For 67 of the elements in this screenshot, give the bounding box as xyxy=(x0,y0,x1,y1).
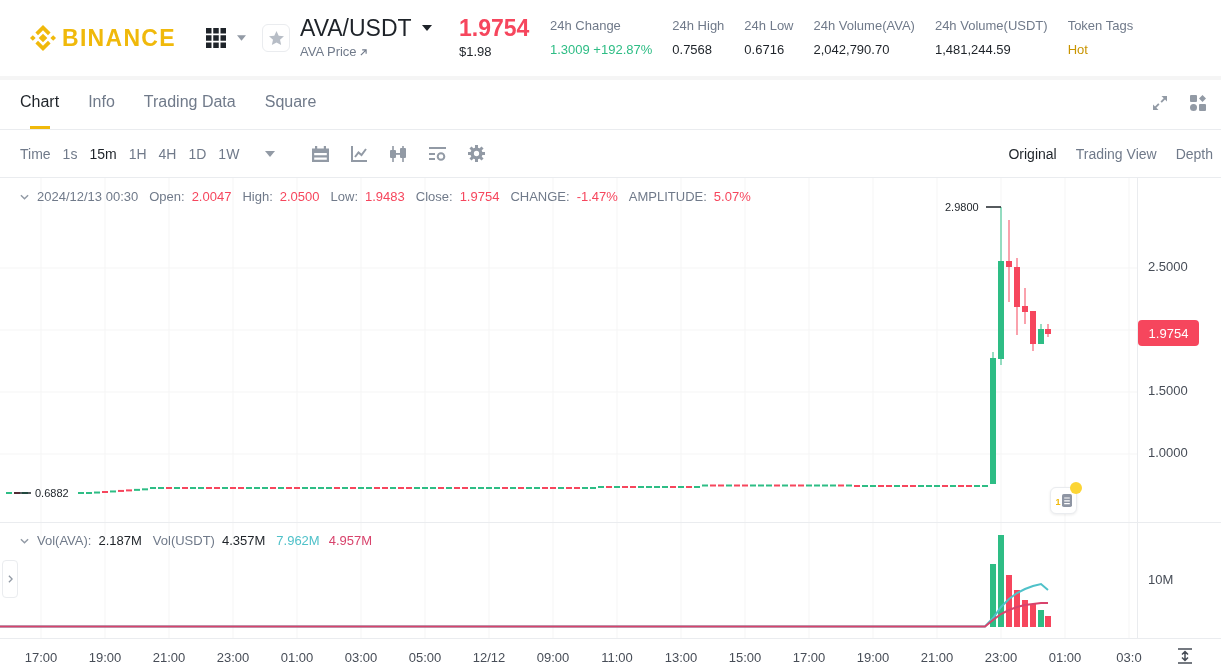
stat-label: 24h High xyxy=(672,17,725,35)
time-label: 23:00 xyxy=(984,649,1018,667)
stat-value: 1.3009 +192.87% xyxy=(550,41,653,59)
calendar-icon[interactable] xyxy=(312,145,330,162)
time-label: 03:00 xyxy=(344,649,378,667)
interval-option[interactable]: 1H xyxy=(128,143,147,164)
list-settings-icon[interactable] xyxy=(429,146,447,161)
time-label: 09:00 xyxy=(536,649,570,667)
caret-icon[interactable] xyxy=(421,25,432,31)
stat-value: 0.6716 xyxy=(744,41,786,59)
grid-icon[interactable] xyxy=(206,28,226,48)
time-label: 12/12 xyxy=(472,649,506,667)
time-label: 21:00 xyxy=(920,649,954,667)
line-chart-icon[interactable] xyxy=(351,145,368,162)
stat-label: 24h Change xyxy=(550,17,622,35)
time-label: 13:00 xyxy=(664,649,698,667)
time-label: 11:00 xyxy=(601,649,633,667)
stat-label: 24h Volume(USDT) xyxy=(934,17,1048,35)
expand-icon[interactable] xyxy=(1152,95,1168,111)
volume-label: 10M xyxy=(1148,571,1175,589)
settings-icon[interactable] xyxy=(468,145,486,162)
stat-label: 24h Volume(AVA) xyxy=(813,17,915,35)
time-label: 23:00 xyxy=(216,649,250,667)
interval-option[interactable]: 1W xyxy=(218,143,240,164)
view-option[interactable]: Original xyxy=(1008,143,1057,164)
time-label: 17:00 xyxy=(792,649,826,667)
interval-option[interactable]: Time xyxy=(20,143,51,164)
tab[interactable]: Chart xyxy=(20,80,60,129)
price-label: 1.0000 xyxy=(1148,444,1188,462)
stat-label: Token Tags xyxy=(1067,17,1134,35)
stat-value: 1,481,244.59 xyxy=(934,41,1012,59)
time-label: 19:00 xyxy=(856,649,890,667)
interval-option[interactable]: 4H xyxy=(158,143,177,164)
favorite-button[interactable] xyxy=(262,24,290,52)
stat-label: 24h Low xyxy=(744,17,794,35)
tab[interactable]: Square xyxy=(264,80,317,129)
candlestick-icon[interactable] xyxy=(389,145,408,162)
time-label: 01:00 xyxy=(1048,649,1082,667)
tab[interactable]: Info xyxy=(88,80,115,129)
time-label: 15:00 xyxy=(728,649,762,667)
diamond-logo-icon xyxy=(30,25,56,51)
time-label: 05:00 xyxy=(408,649,442,667)
price-link[interactable]: AVA Price xyxy=(300,43,367,61)
arrow-up-right-icon xyxy=(359,48,367,56)
current-price-badge: 1.9754 xyxy=(1138,320,1199,346)
pair-name: AVA/USDT xyxy=(300,15,412,41)
interval-option[interactable]: 1s xyxy=(62,143,78,164)
tab[interactable]: Trading Data xyxy=(143,80,236,129)
logo-text: BINANCE xyxy=(62,25,176,51)
stat-value: 0.7568 xyxy=(672,41,714,59)
view-option[interactable]: Trading View xyxy=(1075,143,1157,164)
interval-option[interactable]: 1D xyxy=(188,143,207,164)
shapes-icon[interactable] xyxy=(1190,95,1206,111)
price-label: 2.5000 xyxy=(1148,258,1188,276)
time-label: 03:0 xyxy=(1116,649,1142,667)
time-label: 19:00 xyxy=(88,649,122,667)
fiat-price: $1.98 xyxy=(459,43,492,61)
last-price: 1.9754 xyxy=(459,15,531,41)
time-label: 01:00 xyxy=(280,649,314,667)
view-option[interactable]: Depth xyxy=(1175,143,1213,164)
vertical-arrows-icon[interactable] xyxy=(1178,647,1192,664)
time-label: 21:00 xyxy=(152,649,186,667)
price-label: 1.5000 xyxy=(1148,382,1188,400)
time-label: 17:00 xyxy=(24,649,58,667)
stat-value: 2,042,790.70 xyxy=(813,41,891,59)
token-tag: Hot xyxy=(1067,41,1134,59)
interval-option[interactable]: 15m xyxy=(89,143,117,164)
